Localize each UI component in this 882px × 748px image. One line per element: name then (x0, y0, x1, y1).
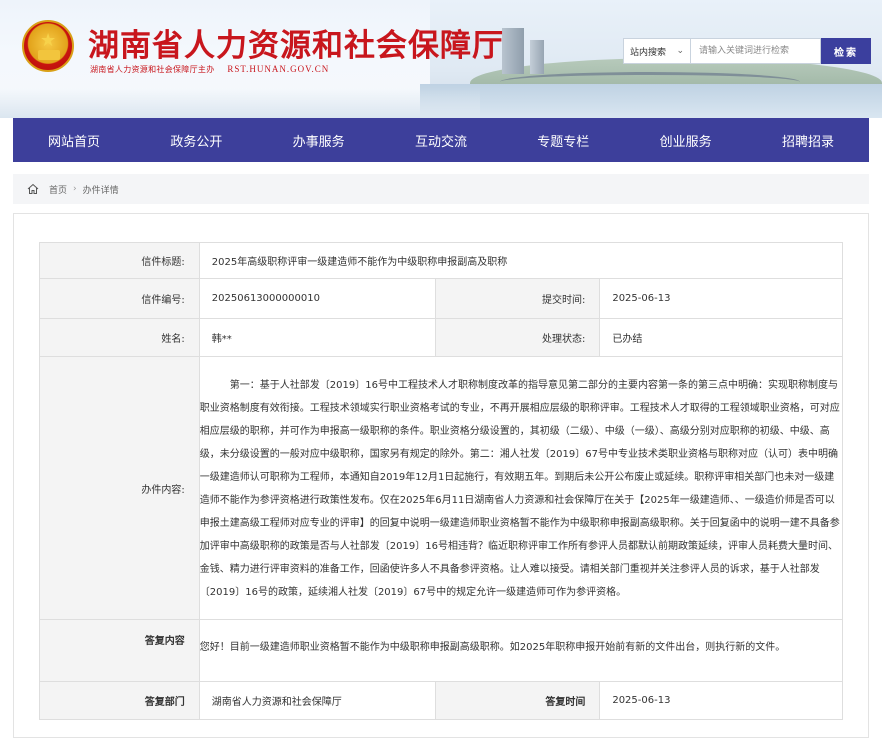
breadcrumb: 首页 › 办件详情 (13, 174, 869, 204)
site-url: RST.HUNAN.GOV.CN (227, 64, 330, 74)
status-label: 处理状态: (434, 318, 601, 357)
nav-item-recruitment[interactable]: 招聘招录 (747, 131, 869, 150)
nav-item-topics[interactable]: 专题专栏 (502, 131, 624, 150)
reply-time-label: 答复时间 (434, 681, 601, 720)
banner-tower (502, 28, 524, 74)
reply-dept-label: 答复部门 (39, 681, 200, 720)
content-value: 第一：基于人社部发〔2019〕16号中工程技术人才职称制度改革的指导意见第二部分… (199, 380, 840, 598)
reply-time-value: 2025-06-13 (599, 681, 843, 720)
table-row: 信件编号: 20250613000000010 提交时间: 2025-06-13 (39, 278, 843, 319)
nav-item-entrepreneurship[interactable]: 创业服务 (625, 131, 747, 150)
nav-item-interaction[interactable]: 互动交流 (380, 131, 502, 150)
banner-river (420, 84, 882, 118)
main-nav: 网站首页 政务公开 办事服务 互动交流 专题专栏 创业服务 招聘招录 (13, 118, 869, 162)
sponsor-text: 湖南省人力资源和社会保障厅主办 (90, 65, 215, 74)
emblem-star-icon: ★ (40, 30, 57, 51)
submit-time-value: 2025-06-13 (599, 278, 843, 319)
table-row: 信件标题: 2025年高级职称评审一级建造师不能作为中级职称申报副高及职称 (39, 242, 844, 279)
nav-item-services[interactable]: 办事服务 (258, 131, 380, 150)
letter-detail-panel: 信件标题: 2025年高级职称评审一级建造师不能作为中级职称申报副高及职称 信件… (13, 213, 869, 738)
search-scope-select[interactable]: 站内搜索 ⌄ (623, 38, 691, 64)
submit-time-label: 提交时间: (434, 278, 601, 319)
table-row: 姓名: 韩** 处理状态: 已办结 (39, 318, 843, 357)
status-value: 已办结 (599, 318, 843, 357)
content-label: 办件内容: (39, 356, 200, 620)
title-label: 信件标题: (39, 242, 200, 279)
search-input[interactable] (691, 38, 821, 64)
title-value: 2025年高级职称评审一级建造师不能作为中级职称申报副高及职称 (198, 242, 844, 279)
breadcrumb-separator-icon: › (73, 184, 77, 194)
table-row: 答复部门 湖南省人力资源和社会保障厅 答复时间 2025-06-13 (39, 681, 843, 720)
nav-item-home[interactable]: 网站首页 (13, 131, 135, 150)
emblem-gate-icon (38, 50, 60, 60)
search-button[interactable]: 检索 (821, 38, 871, 64)
search-scope-label: 站内搜索 (630, 47, 667, 58)
home-icon[interactable] (27, 183, 39, 195)
reply-value: 您好！目前一级建造师职业资格暂不能作为中级职称申报副高级职称。如2025年职称申… (199, 642, 786, 653)
site-title[interactable]: 湖南省人力资源和社会保障厅 (88, 20, 504, 65)
table-row: 办件内容: 第一：基于人社部发〔2019〕16号中工程技术人才职称制度改革的指导… (39, 356, 844, 620)
reply-cell: 您好！目前一级建造师职业资格暂不能作为中级职称申报副高级职称。如2025年职称申… (198, 619, 844, 682)
reply-dept-value: 湖南省人力资源和社会保障厅 (198, 681, 436, 720)
letter-detail-table: 信件标题: 2025年高级职称评审一级建造师不能作为中级职称申报副高及职称 信件… (39, 242, 844, 720)
content-cell: 第一：基于人社部发〔2019〕16号中工程技术人才职称制度改革的指导意见第二部分… (198, 356, 844, 620)
number-value: 20250613000000010 (198, 278, 436, 319)
site-subtitle: 湖南省人力资源和社会保障厅主办 RST.HUNAN.GOV.CN (90, 64, 329, 75)
breadcrumb-current: 办件详情 (82, 185, 119, 196)
banner-tower-2 (530, 40, 544, 74)
number-label: 信件编号: (39, 278, 200, 319)
breadcrumb-home[interactable]: 首页 (49, 183, 67, 196)
name-value: 韩** (198, 318, 436, 357)
banner-water (0, 88, 480, 118)
chevron-down-icon: ⌄ (676, 46, 684, 56)
header-banner: ★ 湖南省人力资源和社会保障厅 湖南省人力资源和社会保障厅主办 RST.HUNA… (0, 0, 882, 118)
name-label: 姓名: (39, 318, 200, 357)
national-emblem-icon[interactable]: ★ (22, 20, 74, 72)
table-row: 答复内容 您好！目前一级建造师职业资格暂不能作为中级职称申报副高级职称。如202… (39, 619, 844, 682)
reply-label: 答复内容 (39, 619, 200, 682)
search-box: 站内搜索 ⌄ 检索 (623, 38, 871, 64)
nav-item-gov-affairs[interactable]: 政务公开 (135, 131, 257, 150)
